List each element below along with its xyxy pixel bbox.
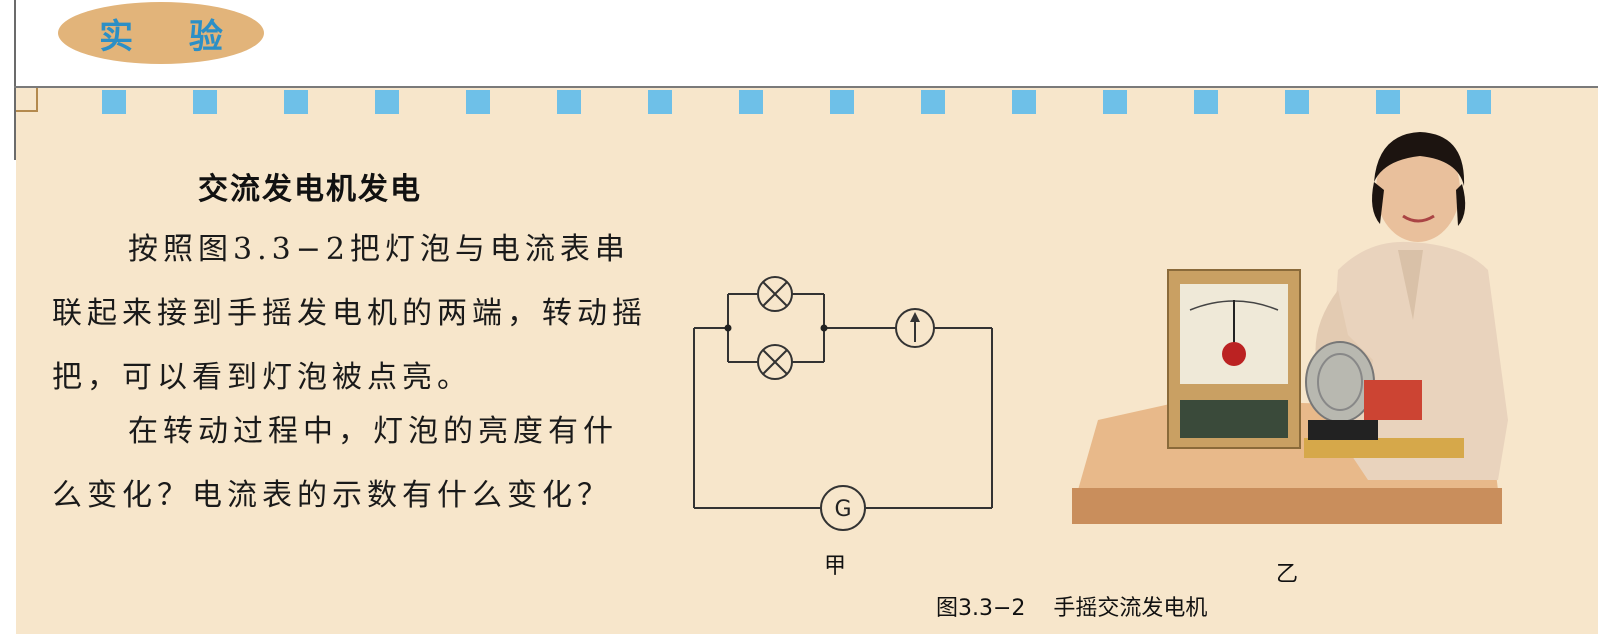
experiment-badge: 实 验 <box>58 2 264 64</box>
table-edge <box>1072 488 1502 524</box>
circuit-diagram: G <box>693 276 993 531</box>
section-title: 交流发电机发电 <box>198 172 422 207</box>
hair-right <box>1456 184 1466 226</box>
decor-square <box>1285 90 1309 114</box>
decor-square <box>102 90 126 114</box>
decor-square <box>1467 90 1491 114</box>
decor-square <box>375 90 399 114</box>
decor-square <box>648 90 672 114</box>
decor-square <box>1194 90 1218 114</box>
corner-decoration <box>16 88 38 112</box>
generator-base <box>1304 438 1464 458</box>
lamp-bottom-icon <box>757 344 793 380</box>
decor-square <box>739 90 763 114</box>
page: 实 验 交流发电机发电 按照图3.3−2把灯泡与电流表串联起来接到手摇发电机的两… <box>0 0 1598 634</box>
badge-label: 实 验 <box>99 16 245 57</box>
decor-square <box>830 90 854 114</box>
generator-mount <box>1308 420 1378 440</box>
decor-square <box>1376 90 1400 114</box>
header-band: 实 验 <box>0 0 1598 88</box>
decor-square <box>1012 90 1036 114</box>
lamp-top-icon <box>757 276 793 312</box>
paragraph-instructions: 按照图3.3−2把灯泡与电流表串联起来接到手摇发电机的两端，转动摇把，可以看到灯… <box>52 232 647 395</box>
meter-knob <box>1222 342 1246 366</box>
decor-square <box>557 90 581 114</box>
ammeter-arrow-icon <box>910 312 920 322</box>
paragraph-question: 在转动过程中，灯泡的亮度有什么变化？电流表的示数有什么变化？ <box>52 414 618 513</box>
junction-dot-right <box>820 324 828 332</box>
junction-dot-left <box>724 324 732 332</box>
decor-square <box>466 90 490 114</box>
decor-square <box>1103 90 1127 114</box>
generator-demo-photo <box>1072 132 1508 524</box>
figure-label-a: 甲 <box>824 554 847 579</box>
meter-base-panel <box>1180 400 1288 438</box>
decor-square <box>193 90 217 114</box>
generator-letter: G <box>834 497 851 522</box>
generator-magnet <box>1364 380 1422 420</box>
figure-label-b: 乙 <box>1276 562 1299 587</box>
decorative-square-row <box>102 90 1582 116</box>
decor-square <box>284 90 308 114</box>
figure-caption: 图3.3−2 手摇交流发电机 <box>936 596 1208 621</box>
decor-square <box>921 90 945 114</box>
